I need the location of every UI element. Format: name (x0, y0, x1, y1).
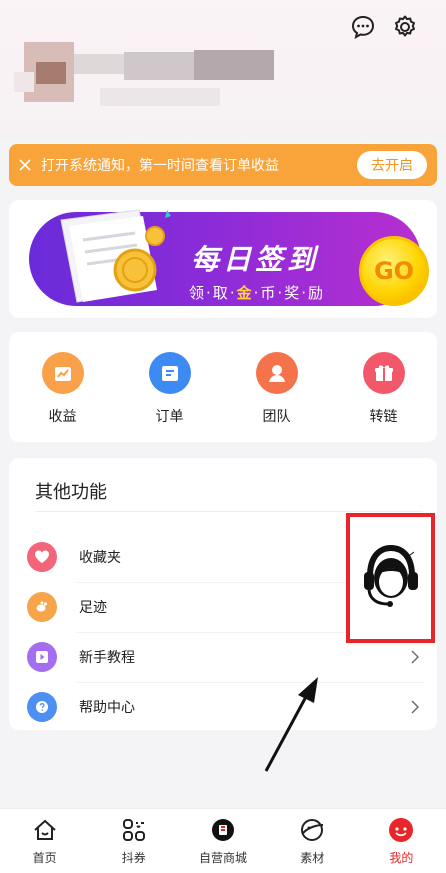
quick-link-convert-label: 转链 (369, 409, 398, 425)
chevron-right-icon (405, 649, 425, 665)
help-icon (27, 692, 57, 722)
nav-mall-label: 自营商城 (199, 851, 248, 865)
customer-service-headset-icon (363, 544, 418, 607)
blurred-user-info (14, 42, 284, 112)
material-icon (301, 819, 324, 841)
nav-home[interactable]: 首页 (0, 809, 89, 873)
nav-material[interactable]: 素材 (268, 809, 357, 873)
quick-earnings[interactable]: 收益 (9, 332, 116, 442)
other-functions-title: 其他功能 (35, 482, 107, 503)
home-icon (33, 819, 56, 840)
notification-text: 打开系统通知，第一时间查看订单收益 (41, 158, 279, 174)
order-icon (148, 352, 191, 394)
bottom-navigation: 首页 抖券 自营商城 素材 我的 (0, 808, 446, 873)
banner-subtitle: 领·取·金·币·奖·励 (189, 284, 325, 302)
footprint-icon (27, 592, 57, 622)
mine-icon (389, 818, 414, 842)
customer-service-highlight[interactable] (346, 513, 435, 643)
nav-material-label: 素材 (300, 851, 325, 865)
gift-icon (362, 352, 405, 394)
close-icon[interactable] (9, 158, 41, 172)
nav-mine[interactable]: 我的 (357, 809, 446, 873)
nav-mine-label: 我的 (389, 851, 414, 865)
quick-actions-card: 收益 订单 团队 转链 (9, 332, 437, 442)
quick-team[interactable]: 团队 (223, 332, 330, 442)
banner-title: 每日签到 (191, 243, 320, 276)
pointer-arrow-icon (264, 677, 318, 772)
list-item-label: 新手教程 (79, 650, 135, 666)
coupon-icon (122, 819, 145, 841)
earnings-icon (41, 352, 84, 394)
mall-icon (212, 819, 234, 841)
nav-coupon[interactable]: 抖券 (89, 809, 178, 873)
list-item-help-center[interactable]: 帮助中心 (27, 682, 425, 732)
play-icon (27, 642, 57, 672)
list-item-label: 帮助中心 (79, 700, 135, 716)
quick-orders[interactable]: 订单 (116, 332, 223, 442)
quick-orders-label: 订单 (155, 409, 184, 425)
divider (35, 511, 423, 512)
chevron-right-icon (405, 699, 425, 715)
message-icon[interactable] (348, 12, 378, 42)
quick-link-convert[interactable]: 转链 (330, 332, 437, 442)
team-icon (255, 352, 298, 394)
enable-notification-button[interactable]: 去开启 (357, 151, 427, 179)
heart-icon (27, 542, 57, 572)
nav-home-label: 首页 (32, 851, 57, 865)
settings-gear-icon[interactable] (390, 12, 420, 42)
quick-team-label: 团队 (262, 409, 291, 425)
quick-earnings-label: 收益 (48, 409, 77, 425)
go-coin-button[interactable]: GO (359, 236, 429, 306)
daily-checkin-banner[interactable]: 每日签到 领·取·金·币·奖·励 GO (29, 209, 429, 306)
notification-bar: 打开系统通知，第一时间查看订单收益 去开启 (9, 144, 437, 186)
nav-mall[interactable]: 自营商城 (178, 809, 267, 873)
nav-coupon-label: 抖券 (121, 851, 146, 865)
document-coin-illustration (60, 209, 171, 303)
checkin-banner-card: 每日签到 领·取·金·币·奖·励 GO (9, 200, 437, 318)
